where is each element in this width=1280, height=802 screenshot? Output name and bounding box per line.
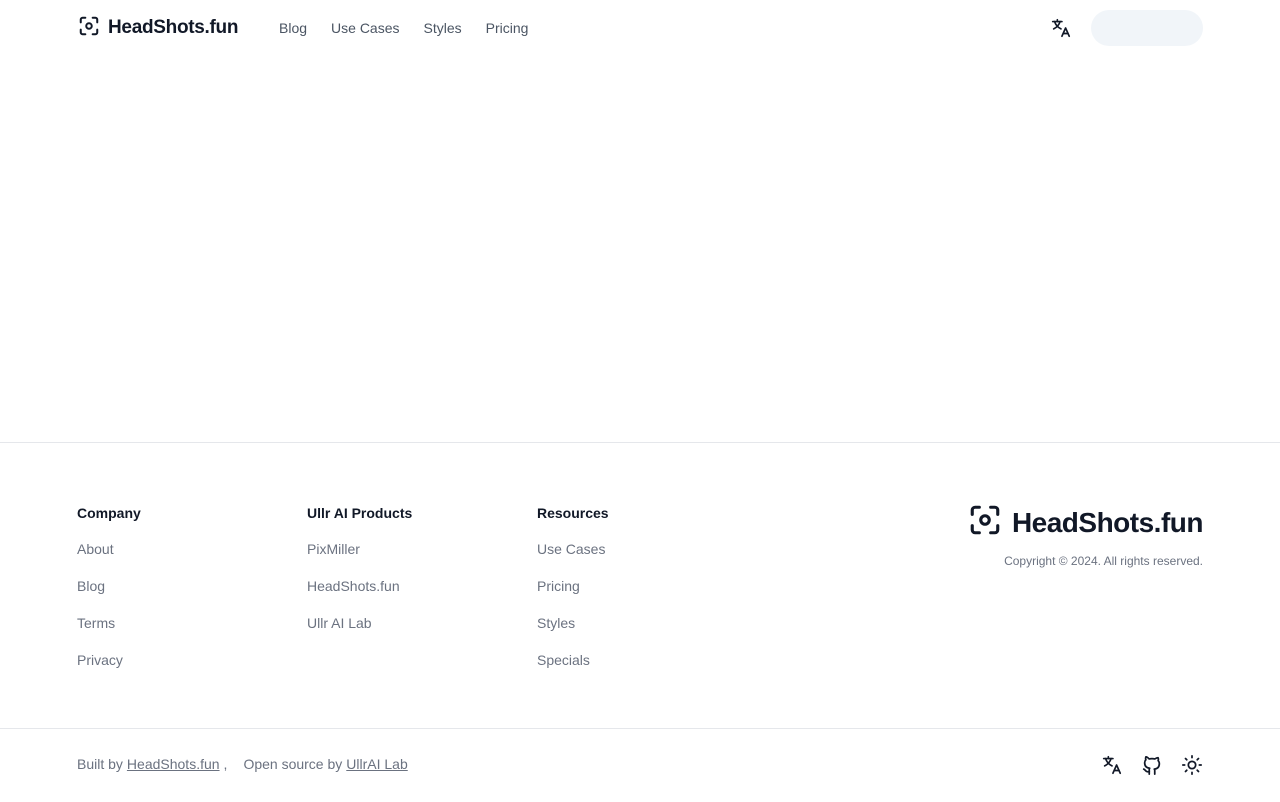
camera-focus-icon (968, 503, 1002, 542)
translate-icon[interactable] (1050, 17, 1072, 39)
footer-column-company: Company About Blog Terms Privacy (77, 505, 141, 689)
github-icon[interactable] (1141, 754, 1163, 776)
footer-column-resources: Resources Use Cases Pricing Styles Speci… (537, 505, 609, 689)
footer-bottom-bar: Built by HeadShots.fun , Open source by … (0, 728, 1280, 802)
copyright-text: Copyright © 2024. All rights reserved. (1004, 554, 1203, 568)
footer-brand-name: HeadShots.fun (1011, 506, 1204, 538)
brand-name: HeadShots.fun (108, 17, 239, 38)
footer-link-use-cases[interactable]: Use Cases (537, 541, 605, 557)
built-by-label: Built by (77, 756, 123, 772)
footer-link-styles[interactable]: Styles (537, 615, 575, 631)
footer-link-pricing[interactable]: Pricing (537, 578, 580, 594)
footer-link-terms[interactable]: Terms (77, 615, 115, 631)
footer-link-specials[interactable]: Specials (537, 652, 590, 668)
footer-link-about[interactable]: About (77, 541, 114, 557)
translate-icon[interactable] (1101, 754, 1123, 776)
footer-link-headshots[interactable]: HeadShots.fun (307, 578, 400, 594)
footer-link-blog[interactable]: Blog (77, 578, 105, 594)
built-by-link[interactable]: HeadShots.fun (127, 756, 220, 772)
credits: Built by HeadShots.fun , Open source by … (77, 756, 408, 772)
footer-column-title: Ullr AI Products (307, 505, 413, 521)
footer-logo[interactable]: HeadShots.fun (968, 503, 1204, 542)
account-button-placeholder[interactable] (1091, 10, 1203, 46)
brand-logo-link[interactable]: HeadShots.fun (78, 16, 238, 40)
camera-focus-icon (78, 15, 100, 42)
footer-link-ullr-ai-lab[interactable]: Ullr AI Lab (307, 615, 372, 631)
site-header: HeadShots.fun Blog Use Cases Styles Pric… (0, 0, 1280, 56)
main-nav: Blog Use Cases Styles Pricing (279, 18, 528, 38)
site-footer: Company About Blog Terms Privacy Ullr AI… (0, 442, 1280, 801)
footer-column-title: Company (77, 505, 141, 521)
nav-blog[interactable]: Blog (279, 18, 307, 38)
sun-icon[interactable] (1181, 754, 1203, 776)
open-source-link[interactable]: UllrAI Lab (346, 756, 407, 772)
footer-brand: HeadShots.fun Copyright © 2024. All righ… (968, 503, 1204, 568)
footer-link-pixmiller[interactable]: PixMiller (307, 541, 360, 557)
nav-use-cases[interactable]: Use Cases (331, 18, 399, 38)
open-source-label: Open source by (243, 756, 343, 772)
footer-link-privacy[interactable]: Privacy (77, 652, 123, 668)
credits-separator: , (223, 756, 228, 772)
footer-column-products: Ullr AI Products PixMiller HeadShots.fun… (307, 505, 412, 652)
footer-icon-group (1101, 754, 1203, 776)
nav-pricing[interactable]: Pricing (486, 18, 529, 38)
nav-styles[interactable]: Styles (424, 18, 462, 38)
footer-column-title: Resources (537, 505, 609, 521)
